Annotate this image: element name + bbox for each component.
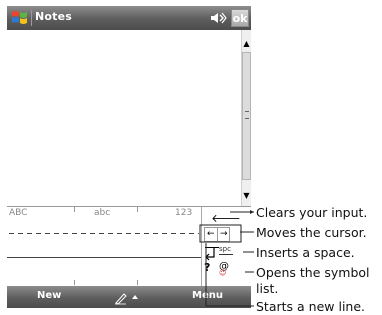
callout-symbol-list-line1: Opens the symbol [256, 265, 370, 280]
callout-new-line: Starts a new line. [256, 299, 365, 314]
callout-symbol-list-line2: list. [256, 281, 279, 296]
callout-insert-space: Inserts a space. [256, 245, 355, 260]
callout-clear-input: Clears your input. [256, 205, 368, 220]
callout-move-cursor: Moves the cursor. [256, 225, 367, 240]
